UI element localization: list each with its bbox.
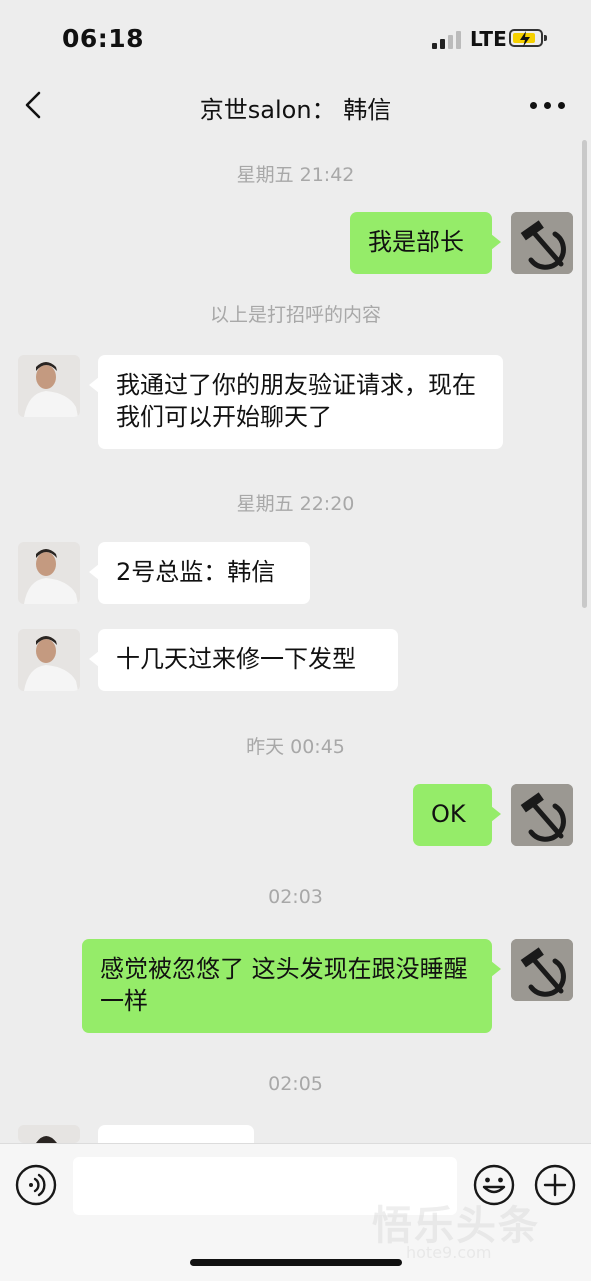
message-bubble-incoming[interactable]: 十几天过来修一下发型 — [89, 629, 398, 691]
status-bar: 06:18 LTE — [0, 0, 591, 80]
home-indicator[interactable] — [190, 1259, 402, 1266]
battery-icon — [509, 29, 547, 47]
watermark-sub: hote9.com — [406, 1243, 492, 1262]
network-type: LTE — [470, 27, 507, 51]
hammer-sickle-icon — [511, 939, 573, 1001]
message-text: 我通过了你的朋友验证请求，现在我们可以开始聊天了 — [116, 371, 476, 431]
contact-avatar[interactable] — [18, 355, 80, 417]
message-text: 2号总监：韩信 — [116, 558, 276, 586]
message-text: 我是部长 — [368, 228, 464, 256]
my-avatar[interactable] — [511, 212, 573, 274]
message-bubble-incoming[interactable]: 我通过了你的朋友验证请求，现在我们可以开始聊天了 — [89, 355, 503, 449]
chat-header: 京世salon： 韩信 — [0, 80, 591, 132]
scrollbar[interactable] — [582, 140, 587, 608]
message-bubble-outgoing[interactable]: 感觉被忽悠了 这头发现在跟没睡醒一样 — [82, 939, 501, 1033]
my-avatar[interactable] — [511, 939, 573, 1001]
message-bubble-outgoing[interactable]: 我是部长 — [350, 212, 501, 274]
status-time: 06:18 — [62, 24, 145, 53]
contact-photo — [18, 355, 80, 417]
watermark: 悟乐头条 hote9.com — [372, 1193, 587, 1273]
contact-avatar[interactable] — [18, 629, 80, 691]
system-notice: 以上是打招呼的内容 — [209, 304, 381, 326]
message-text: 感觉被忽悠了 这头发现在跟没睡醒一样 — [100, 955, 468, 1015]
contact-photo — [18, 542, 80, 604]
more-button[interactable] — [530, 102, 566, 110]
voice-icon — [15, 1164, 57, 1206]
message-text: 十几天过来修一下发型 — [116, 645, 356, 673]
contact-photo — [18, 629, 80, 691]
message-bubble-incoming[interactable]: 2号总监：韩信 — [89, 542, 310, 604]
message-bubble-incoming[interactable] — [98, 1125, 254, 1143]
timestamp: 星期五 22:20 — [236, 493, 355, 515]
my-avatar[interactable] — [511, 784, 573, 846]
timestamp: 02:05 — [268, 1073, 323, 1095]
chat-title: 京世salon： 韩信 — [199, 96, 392, 124]
timestamp: 星期五 21:42 — [236, 164, 355, 186]
voice-button[interactable] — [15, 1164, 57, 1206]
contact-avatar[interactable] — [18, 1125, 80, 1143]
timestamp: 02:03 — [268, 886, 323, 908]
signal-icon — [432, 31, 462, 49]
message-text: OK — [431, 800, 466, 828]
timestamp: 昨天 00:45 — [246, 736, 345, 758]
hammer-sickle-icon — [511, 784, 573, 846]
contact-avatar[interactable] — [18, 542, 80, 604]
contact-photo — [18, 1125, 80, 1143]
message-bubble-outgoing[interactable]: OK — [413, 784, 501, 846]
hammer-sickle-icon — [511, 212, 573, 274]
